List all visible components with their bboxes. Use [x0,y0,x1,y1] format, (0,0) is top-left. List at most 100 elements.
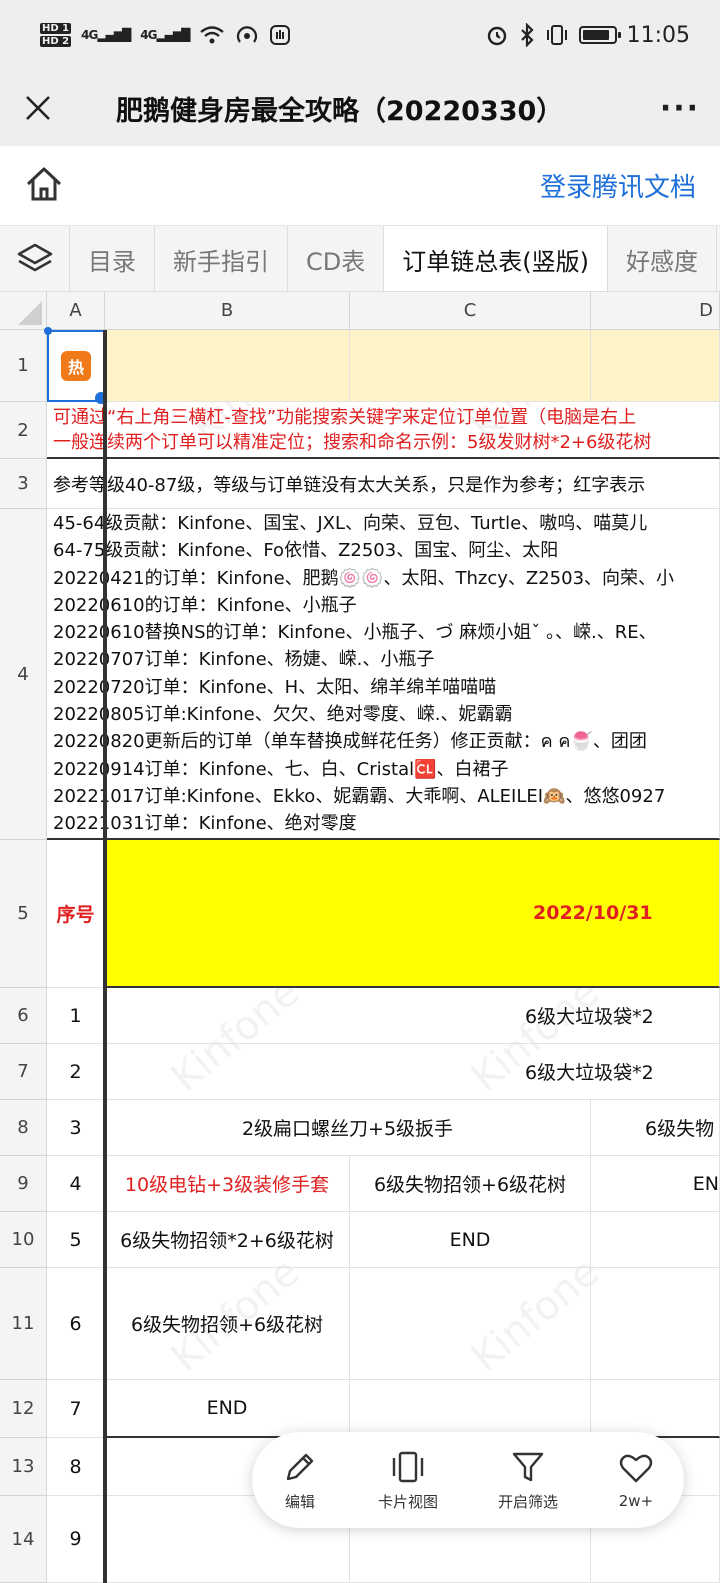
tab-order-chain[interactable]: 订单链总表(竖版) [384,226,608,291]
row-header-13[interactable]: 13 [0,1438,47,1496]
tab-newbie-guide[interactable]: 新手指引 [155,226,288,291]
cell-c11[interactable] [350,1268,591,1380]
like-count: 2w+ [618,1492,654,1510]
edit-button[interactable]: 编辑 [282,1449,318,1512]
close-button[interactable] [0,70,76,146]
cell-row3-reference[interactable]: 参考等级40-87级，等级与订单链没有太大关系，只是作为参考；红字表示 [47,459,720,509]
row-header-11[interactable]: 11 [0,1268,47,1380]
cell-c9[interactable]: 6级失物招领+6级花树 [350,1156,591,1212]
cell-row2-notice[interactable]: 可通过“右上角三横杠-查找”功能搜索关键字来定位订单位置（电脑是右上 一般连续两… [47,402,720,459]
cell-b12[interactable]: END [105,1380,350,1438]
floating-toolbar: 编辑 卡片视图 开启筛选 2w+ [252,1432,684,1528]
cell-a6[interactable]: 1 [47,988,105,1044]
hd1-label: HD 1 [40,23,72,34]
hotspot-icon [237,26,258,43]
sheet-list-button[interactable] [0,226,70,291]
column-header-a[interactable]: A [47,292,105,330]
hd-indicator: HD 1 HD 2 [40,22,72,48]
cell-d10[interactable] [591,1212,720,1268]
contributor-line: 20220720订单：Kinfone、H、太阳、绵羊绵羊喵喵喵 [53,676,497,698]
row-header-2[interactable]: 2 [0,402,47,459]
contributor-list: 45-64级贡献：Kinfone、国宝、JXL、向荣、豆包、Turtle、嗷呜、… [48,510,720,838]
frozen-column-divider [103,330,107,1583]
contributor-line: 20221031订单：Kinfone、绝对零度 [53,813,357,835]
sheet-tabs: 目录 新手指引 CD表 订单链总表(竖版) 好感度 [0,226,720,292]
cell-d12[interactable] [591,1380,720,1438]
app-header: 登录腾讯文档 [0,146,720,226]
document-title: 肥鹅健身房最全攻略（20220330） [116,95,564,127]
select-all-corner[interactable] [0,292,47,330]
row-header-5[interactable]: 5 [0,840,47,988]
cell-a13[interactable]: 8 [47,1438,105,1496]
card-view-button[interactable]: 卡片视图 [378,1449,438,1512]
cell-b8[interactable]: 2级扁口螺丝刀+5级扳手 [105,1100,591,1156]
cell-c12[interactable] [350,1380,591,1438]
cell-b10[interactable]: 6级失物招领*2+6级花树 [105,1212,350,1268]
cell-b6[interactable]: 6级大垃圾袋*2 [105,988,720,1044]
cell-c1[interactable] [350,330,591,402]
column-header-c[interactable]: C [350,292,591,330]
like-button[interactable]: 2w+ [618,1450,654,1510]
heart-icon [619,1454,653,1483]
login-link[interactable]: 登录腾讯文档 [540,167,696,204]
selection-handle-top[interactable] [44,327,52,335]
row-header-12[interactable]: 12 [0,1380,47,1438]
contributor-line: 20220610的订单：Kinfone、小瓶子 [53,594,357,616]
cell-b7[interactable]: 6级大垃圾袋*2 [105,1044,720,1100]
status-left: HD 1 HD 2 4G▂▄▆█ 4G▂▄▆█ [40,22,291,48]
vibrate-icon [546,25,567,45]
cell-a8[interactable]: 3 [47,1100,105,1156]
home-icon [26,167,62,200]
edit-label: 编辑 [284,1492,315,1511]
row-header-3[interactable]: 3 [0,459,47,509]
contributor-line: 20221017订单:Kinfone、Ekko、妮霸霸、大乖啊、ALEILEI🙉… [53,785,666,807]
cell-a11[interactable]: 6 [47,1268,105,1380]
row-header-10[interactable]: 10 [0,1212,47,1268]
notice-line-1: 可通过“右上角三横杠-查找”功能搜索关键字来定位订单位置（电脑是右上 [53,406,637,428]
cell-a7[interactable]: 2 [47,1044,105,1100]
row-header-7[interactable]: 7 [0,1044,47,1100]
column-header-d[interactable]: D [591,292,720,330]
spreadsheet-grid[interactable]: Kinfone Kinfone Kinfone Kinfone Kinfone … [0,292,720,1583]
row-header-9[interactable]: 9 [0,1156,47,1212]
row-header-8[interactable]: 8 [0,1100,47,1156]
filter-label: 开启筛选 [497,1492,558,1511]
row-header-6[interactable]: 6 [0,988,47,1044]
row-header-1[interactable]: 1 [0,330,47,402]
battery-icon [578,26,621,44]
tab-favorability[interactable]: 好感度 [608,226,717,291]
cell-b9[interactable]: 10级电钻+3级装修手套 [105,1156,350,1212]
row-header-14[interactable]: 14 [0,1496,47,1583]
hand-icon [270,25,291,45]
cell-a5-index-label[interactable]: 序号 [47,840,105,988]
layers-icon [17,243,52,272]
contributor-line: 20220914订单：Kinfone、七、白、Cristal🆑、白裙子 [53,758,509,780]
tab-cd-table[interactable]: CD表 [288,226,385,291]
cell-a14[interactable]: 9 [47,1496,105,1583]
cell-d8[interactable]: 6级失物 [591,1100,720,1156]
cell-d1[interactable] [591,330,720,402]
cell-a10[interactable]: 5 [47,1212,105,1268]
bluetooth-icon [520,23,534,47]
hot-badge-icon: 热 [61,351,91,381]
cell-d11[interactable] [591,1268,720,1380]
cell-a12[interactable]: 7 [47,1380,105,1438]
cell-date-header[interactable]: 2022/10/31 [105,840,720,988]
tab-catalog[interactable]: 目录 [70,226,155,291]
cell-b1[interactable] [105,330,350,402]
home-button[interactable] [24,165,64,207]
column-header-b[interactable]: B [105,292,350,330]
contributor-line: 20220707订单：Kinfone、杨婕、嵘.、小瓶子 [53,649,435,671]
more-button[interactable]: ··· [640,70,720,146]
filter-button[interactable]: 开启筛选 [498,1449,558,1512]
alarm-icon [487,26,506,46]
cell-a1[interactable]: 热 [47,330,105,402]
row-header-4[interactable]: 4 [0,509,47,840]
card-view-label: 卡片视图 [377,1492,438,1511]
card-view-icon [392,1451,424,1482]
cell-a9[interactable]: 4 [47,1156,105,1212]
contributor-line: 20220820更新后的订单（单车替换成鲜花任务）修正贡献：ค ค🍧、团团 [53,731,647,753]
cell-c10[interactable]: END [350,1212,591,1268]
cell-b11[interactable]: 6级失物招领+6级花树 [105,1268,350,1380]
cell-d9[interactable]: EN [591,1156,720,1212]
